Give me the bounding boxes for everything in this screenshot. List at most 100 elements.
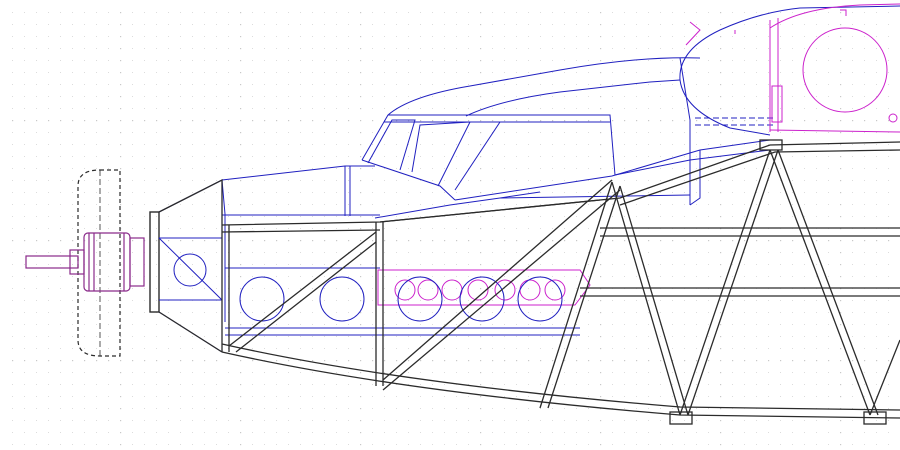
fuselage-drawing[interactable] xyxy=(0,0,900,450)
grid-dot xyxy=(876,192,877,193)
grid-dot xyxy=(24,12,25,13)
grid-dot xyxy=(168,288,169,289)
grid-dot xyxy=(876,300,877,301)
grid-dot xyxy=(708,384,709,385)
grid-dot xyxy=(468,264,469,265)
grid-dot xyxy=(408,228,409,229)
grid-dot xyxy=(804,84,805,85)
grid-dot xyxy=(312,48,313,49)
grid-dot xyxy=(672,24,673,25)
grid-dot xyxy=(660,108,661,109)
grid-dot xyxy=(828,12,829,13)
grid-dot xyxy=(792,312,793,313)
grid-dot xyxy=(492,24,493,25)
grid-dot xyxy=(12,228,13,229)
grid-dot xyxy=(360,36,362,38)
grid-dot xyxy=(852,324,853,325)
grid-dot xyxy=(324,420,325,421)
grid-dot xyxy=(324,216,325,217)
grid-dot xyxy=(300,180,301,181)
grid-dot xyxy=(252,240,254,242)
grid-dot xyxy=(276,120,278,122)
grid-dot xyxy=(852,360,854,362)
grid-dot xyxy=(156,252,157,253)
grid-dot xyxy=(612,336,613,337)
grid-dot xyxy=(228,216,229,217)
grid-dot xyxy=(36,324,37,325)
grid-dot xyxy=(36,144,37,145)
grid-dot xyxy=(672,396,673,397)
grid-dot xyxy=(348,12,349,13)
grid-dot xyxy=(852,420,853,421)
grid-dot xyxy=(588,324,589,325)
grid-dot xyxy=(132,240,134,242)
grid-dot xyxy=(336,348,337,349)
grid-dot xyxy=(408,204,409,205)
grid-dot xyxy=(840,36,842,38)
grid-dot xyxy=(156,72,157,73)
grid-dot xyxy=(360,432,362,434)
grid-dot xyxy=(864,360,866,362)
grid-dot xyxy=(576,156,577,157)
grid-dot xyxy=(204,12,205,13)
grid-dot xyxy=(168,420,169,421)
grid-dot xyxy=(672,108,673,109)
grid-dot xyxy=(528,36,529,37)
grid-dot xyxy=(792,204,793,205)
grid-dot xyxy=(504,276,505,277)
grid-dot xyxy=(180,264,181,265)
grid-dot xyxy=(336,108,337,109)
grid-dot xyxy=(24,420,25,421)
grid-dot xyxy=(756,300,757,301)
grid-dot xyxy=(624,72,625,73)
grid-dot xyxy=(60,312,61,313)
grid-dot xyxy=(228,432,229,433)
grid-dot xyxy=(168,432,169,433)
grid-dot xyxy=(264,48,265,49)
grid-dot xyxy=(312,228,313,229)
grid-dot xyxy=(828,264,829,265)
grid-dot xyxy=(828,252,829,253)
grid-dot xyxy=(756,240,758,242)
grid-dot xyxy=(288,60,289,61)
grid-dot xyxy=(108,312,109,313)
grid-dot xyxy=(36,360,38,362)
grid-dot xyxy=(468,204,469,205)
grid-dot xyxy=(408,300,409,301)
grid-dot xyxy=(264,384,265,385)
grid-dot xyxy=(192,72,193,73)
grid-dot xyxy=(348,228,349,229)
grid-dot xyxy=(288,132,289,133)
grid-dot xyxy=(720,180,722,182)
grid-dot xyxy=(864,144,865,145)
grid-dot xyxy=(480,312,482,314)
grid-dot xyxy=(348,360,350,362)
grid-dot xyxy=(252,288,253,289)
grid-dot xyxy=(888,180,889,181)
grid-dot xyxy=(60,276,61,277)
propeller-assembly[interactable] xyxy=(25,169,160,357)
grid-dot xyxy=(732,36,733,37)
grid-dot xyxy=(588,72,589,73)
grid-dot xyxy=(24,408,25,409)
grid-dot xyxy=(540,108,541,109)
grid-dot xyxy=(624,348,625,349)
grid-dot xyxy=(132,228,133,229)
grid-dot xyxy=(300,396,301,397)
grid-dot xyxy=(204,204,205,205)
grid-dot xyxy=(264,252,265,253)
grid-dot xyxy=(660,204,661,205)
grid-dot xyxy=(480,156,482,158)
grid-dot xyxy=(168,144,169,145)
grid-dot xyxy=(720,372,722,374)
grid-dot xyxy=(132,312,133,313)
grid-dot xyxy=(168,360,170,362)
grid-dot xyxy=(456,84,457,85)
grid-dot xyxy=(228,60,229,61)
grid-dot xyxy=(696,180,697,181)
grid-dot xyxy=(492,120,494,122)
cad-canvas[interactable] xyxy=(0,0,900,450)
grid-dot xyxy=(60,84,61,85)
grid-dot xyxy=(516,252,517,253)
grid-dot xyxy=(576,216,577,217)
